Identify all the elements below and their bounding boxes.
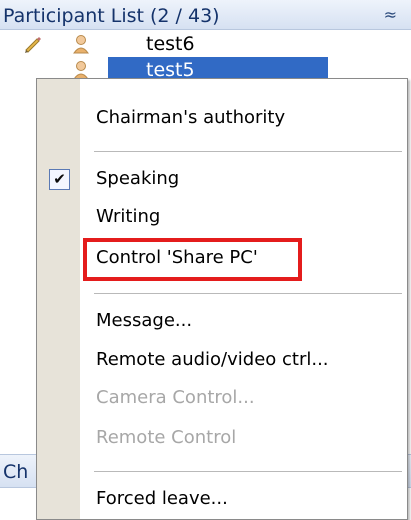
menu-item-speaking[interactable]: ✔ Speaking [37,162,407,198]
menu-item-writing[interactable]: Writing [37,200,407,236]
pencil-icon [25,37,41,53]
menu-item-label: Chairman's authority [96,107,286,128]
menu-item-chairmans-authority[interactable]: Chairman's authority [37,101,407,137]
user-icon [73,61,89,80]
menu-item-label: Remote audio/video ctrl... [96,349,329,370]
menu-item-label: Speaking [96,168,180,189]
menu-item-label: Remote Control [96,427,237,448]
menu-item-forced-leave[interactable]: Forced leave... [37,482,407,518]
participant-name: test6 [146,33,195,55]
menu-separator [94,471,402,472]
user-icon [73,35,89,54]
menu-item-remote-audio-video-ctrl[interactable]: Remote audio/video ctrl... [37,343,407,379]
red-highlight-box [83,238,302,281]
participant-row[interactable]: test6 [0,31,411,57]
collapse-chevrons-icon[interactable]: ≈ [384,3,397,27]
participant-list-title: Participant List (2 / 43) [3,5,220,27]
menu-item-label: Camera Control... [96,387,255,408]
menu-item-message[interactable]: Message... [37,304,407,340]
participant-context-menu: Chairman's authority ✔ Speaking Writing … [36,78,408,520]
menu-item-label: Message... [96,310,193,331]
menu-item-label: Forced leave... [96,488,228,509]
chat-panel-title: Ch [3,461,29,483]
menu-item-camera-control[interactable]: Camera Control... [37,381,407,417]
menu-separator [94,151,402,152]
participant-list-header[interactable]: Participant List (2 / 43) ≈ [0,0,411,30]
menu-item-remote-control[interactable]: Remote Control [37,421,407,457]
menu-item-label: Writing [96,206,161,227]
menu-separator [94,293,402,294]
checkmark-icon: ✔ [49,169,70,190]
